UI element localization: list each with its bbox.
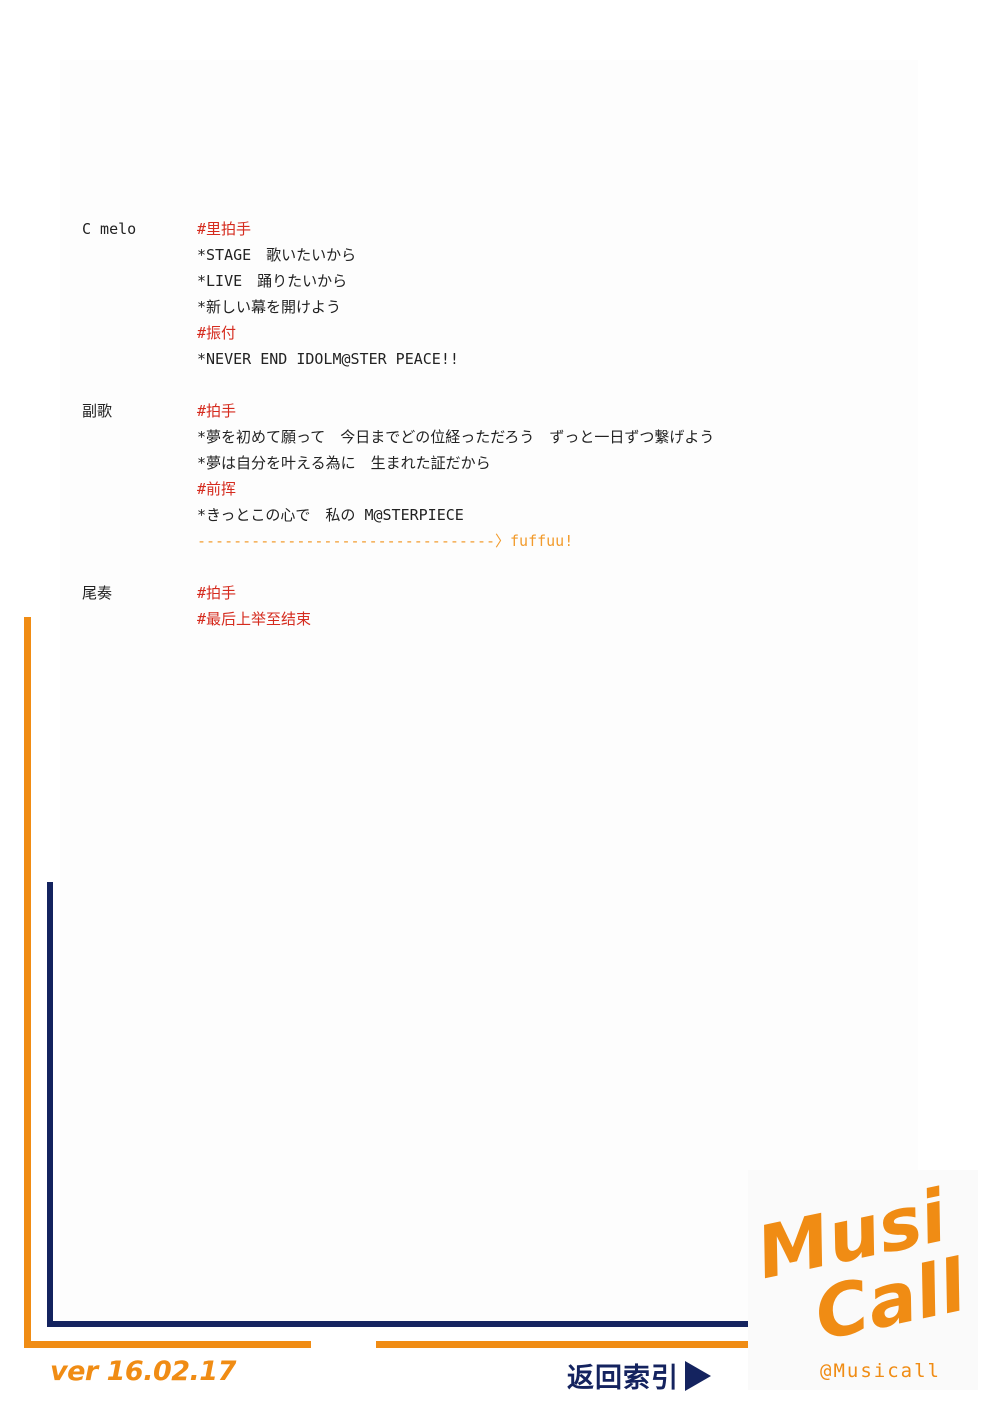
- orange-frame-vertical: [24, 617, 31, 1347]
- lyric-section: C melo #里拍手 *STAGE 歌いたいから *LIVE 踊りたいから *新しい幕…: [82, 216, 862, 372]
- back-to-index-label: 返回索引: [567, 1363, 679, 1394]
- section-lines: #拍手 *夢を初めて願って 今日までどの位経っただろう ずっと一日ずつ繋げよう *夢…: [197, 398, 862, 554]
- orange-frame-bottom-right: [376, 1341, 754, 1348]
- lyric-line: *NEVER END IDOLM@STER PEACE!!: [197, 350, 459, 368]
- lyric-line: *夢は自分を叶える為に 生まれた証だから: [197, 454, 491, 472]
- navy-frame-vertical: [47, 882, 53, 1327]
- lyric-line: #最后上举至结束: [197, 610, 312, 628]
- lyric-section: 副歌 #拍手 *夢を初めて願って 今日までどの位経っただろう ずっと一日ずつ繋げよう…: [82, 398, 862, 554]
- lyric-line: *LIVE 踊りたいから: [197, 272, 348, 290]
- section-label: C melo: [82, 220, 137, 238]
- lyric-line: #拍手: [197, 584, 237, 602]
- handle-label: @Musicall: [820, 1360, 941, 1382]
- lyric-line: #振付: [197, 324, 237, 342]
- triangle-right-icon: [685, 1360, 711, 1391]
- section-lines: #里拍手 *STAGE 歌いたいから *LIVE 踊りたいから *新しい幕を開けよう #…: [197, 216, 862, 372]
- version-label: ver 16.02.17: [50, 1356, 236, 1387]
- lyric-line: *きっとこの心で 私の M@STERPIECE: [197, 506, 464, 524]
- musicall-logo: Musi Call: [748, 1170, 978, 1390]
- section-label: 尾奏: [82, 584, 113, 602]
- musicall-logo-graphic: Musi Call: [750, 1173, 974, 1356]
- lyrics-body: C melo #里拍手 *STAGE 歌いたいから *LIVE 踊りたいから *新しい幕…: [82, 216, 862, 658]
- lyric-line: #前挥: [197, 480, 237, 498]
- lyric-line: *STAGE 歌いたいから: [197, 246, 357, 264]
- lyric-line: *夢を初めて願って 今日までどの位経っただろう ずっと一日ずつ繋げよう: [197, 428, 715, 446]
- back-to-index-button[interactable]: 返回索引: [567, 1356, 711, 1395]
- lyric-line: #拍手: [197, 402, 237, 420]
- lyric-line: ---------------------------------〉fuffuu…: [197, 532, 574, 550]
- navy-frame-bottom: [47, 1321, 757, 1327]
- orange-frame-bottom-left: [24, 1341, 311, 1348]
- lyric-line: #里拍手: [197, 220, 252, 238]
- lyric-section: 尾奏 #拍手 #最后上举至结束: [82, 580, 862, 632]
- section-label: 副歌: [82, 402, 113, 420]
- lyric-line: *新しい幕を開けよう: [197, 298, 342, 316]
- section-lines: #拍手 #最后上举至结束: [197, 580, 862, 632]
